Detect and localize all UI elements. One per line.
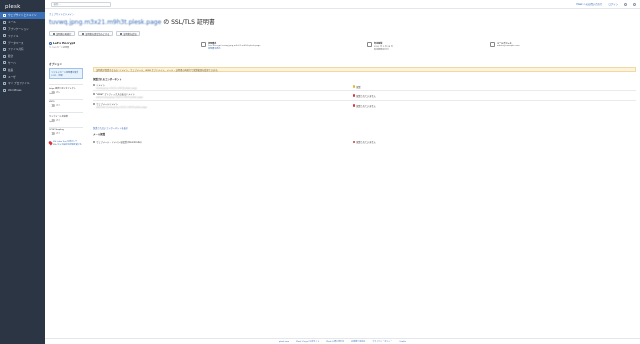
mail-name[interactable]: ウェブメール・ドメインを保護 (Roundcube)	[96, 140, 141, 144]
mail-protection-heading: メール保護	[93, 133, 105, 136]
sidebar-item-applications[interactable]: アプリケーション	[0, 26, 45, 33]
sidebar-item-label: ファイル共有	[8, 48, 24, 52]
sidebar-item-label: 統計	[8, 55, 14, 59]
globe-icon	[3, 13, 6, 17]
search-input[interactable]: 検索...	[51, 1, 111, 7]
footer-link[interactable]: plesk.com	[279, 341, 289, 343]
row-divider	[93, 90, 636, 91]
sidebar-item-my-profile[interactable]: マイ プロファイル	[0, 80, 45, 87]
users-icon	[3, 75, 6, 79]
brand-logo: plesk	[5, 4, 21, 10]
sidebar-item-mail[interactable]: メール	[0, 19, 45, 26]
footer-link[interactable]: Plesk (Onyx) 公式サイト	[296, 340, 319, 343]
footer: plesk.com Plesk (Onyx) 公式サイト Plesk に問い合わ…	[45, 338, 640, 344]
mail-row-webmail: ウェブメール・ドメインを保護 (Roundcube) 保護されていません	[93, 140, 636, 144]
row-divider	[93, 100, 636, 101]
component-status: 保護されていません	[356, 94, 376, 98]
sidebar-item-label: WordPress	[8, 88, 22, 92]
sidebar-item-label: マイ プロファイル	[8, 82, 30, 86]
sidebar-item-wordpress[interactable]: WordPress	[0, 87, 45, 94]
share-icon	[3, 47, 6, 51]
sidebar-item-server[interactable]: サーバ	[0, 60, 45, 67]
component-status: 保護されていません	[356, 104, 376, 108]
component-domain: webmail.tuvwq.jpng.m3x21.m9h3t.plesk.pag…	[96, 106, 147, 109]
sidebar-item-statistics[interactable]: 統計	[0, 53, 45, 60]
component-radio[interactable]	[93, 92, 96, 96]
component-radio[interactable]	[93, 83, 96, 87]
sidebar-item-label: メール	[8, 21, 16, 25]
content-region: 証明書が保護するもの: ドメイン、ウェブメール、www サブドメイン、メール –…	[45, 9, 640, 335]
component-status: 保護	[356, 85, 361, 89]
topbar: 検索... Plesk へのお問い合わせ ログイン	[45, 0, 640, 9]
login-link[interactable]: ログイン	[608, 2, 618, 6]
show-unprotected-link[interactable]: 保護されないコンポーネントを表示	[93, 126, 636, 130]
mail-radio[interactable]	[93, 140, 96, 144]
sidebar-item-extensions[interactable]: 拡張	[0, 66, 45, 73]
components-heading: 保護されるコンポーネント	[93, 78, 122, 81]
sidebar-item-users[interactable]: ユーザ	[0, 73, 45, 80]
search-placeholder: 検索...	[53, 3, 61, 6]
topbar-links: Plesk へのお問い合わせ ログイン	[576, 2, 640, 6]
footer-link[interactable]: お客様への対応	[351, 340, 365, 343]
sidebar-item-websites[interactable]: ウェブサイトとドメイン	[0, 12, 45, 19]
chart-icon	[3, 54, 6, 58]
sidebar-item-databases[interactable]: データベース	[0, 39, 45, 46]
sidebar-item-files[interactable]: ファイル	[0, 32, 45, 39]
status-dot	[353, 104, 356, 107]
info-banner: 証明書が保護するもの: ドメイン、ウェブメール、www サブドメイン、メール –…	[93, 67, 636, 72]
sidebar-item-label: ウェブサイトとドメイン	[8, 14, 37, 18]
sidebar-item-label: データベース	[8, 41, 24, 45]
user-icon	[3, 81, 6, 85]
component-radio[interactable]	[93, 102, 96, 106]
sidebar-item-file-sharing[interactable]: ファイル共有	[0, 46, 45, 53]
component-row-domain: ドメイン tuvwq.jpng.m3x21.m9h3t.plesk.page 保…	[93, 83, 636, 90]
server-icon	[3, 61, 6, 65]
apps-icon	[3, 27, 6, 31]
help-icon[interactable]	[633, 2, 636, 6]
contact-link[interactable]: Plesk へのお問い合わせ	[576, 2, 602, 6]
status-dot	[353, 140, 356, 144]
mail-status: 保護されていません	[356, 141, 376, 144]
status-dot	[353, 85, 356, 88]
database-icon	[3, 41, 6, 45]
sidebar-item-label: アプリケーション	[8, 27, 29, 31]
sidebar-item-label: 拡張	[8, 68, 14, 72]
footer-link[interactable]: プライバシーポリシー	[372, 340, 392, 343]
download-icon[interactable]	[624, 2, 627, 6]
component-row-webmail: ウェブメールドメイン webmail.tuvwq.jpng.m3x21.m9h3…	[93, 102, 636, 109]
sidebar-item-label: ユーザ	[8, 75, 16, 79]
mail-icon	[3, 20, 6, 24]
sidebar-item-label: サーバ	[8, 61, 16, 65]
puzzle-icon	[3, 68, 6, 72]
component-row-www: "www" プレフィックスのあるドメイン www.tuvwq.jpng.m3x2…	[93, 92, 636, 99]
sidebar: plesk ウェブサイトとドメイン メール アプリケーション ファイル データベ…	[0, 0, 45, 344]
wordpress-icon	[3, 88, 6, 92]
status-dot	[353, 94, 356, 97]
footer-link[interactable]: Plesk に問い合わせ	[326, 340, 344, 343]
footer-link[interactable]: Cookie	[399, 341, 406, 343]
sidebar-item-label: ファイル	[8, 34, 19, 38]
folder-icon	[3, 34, 6, 38]
component-domain: www.tuvwq.jpng.m3x21.m9h3t.plesk.page	[96, 96, 143, 99]
